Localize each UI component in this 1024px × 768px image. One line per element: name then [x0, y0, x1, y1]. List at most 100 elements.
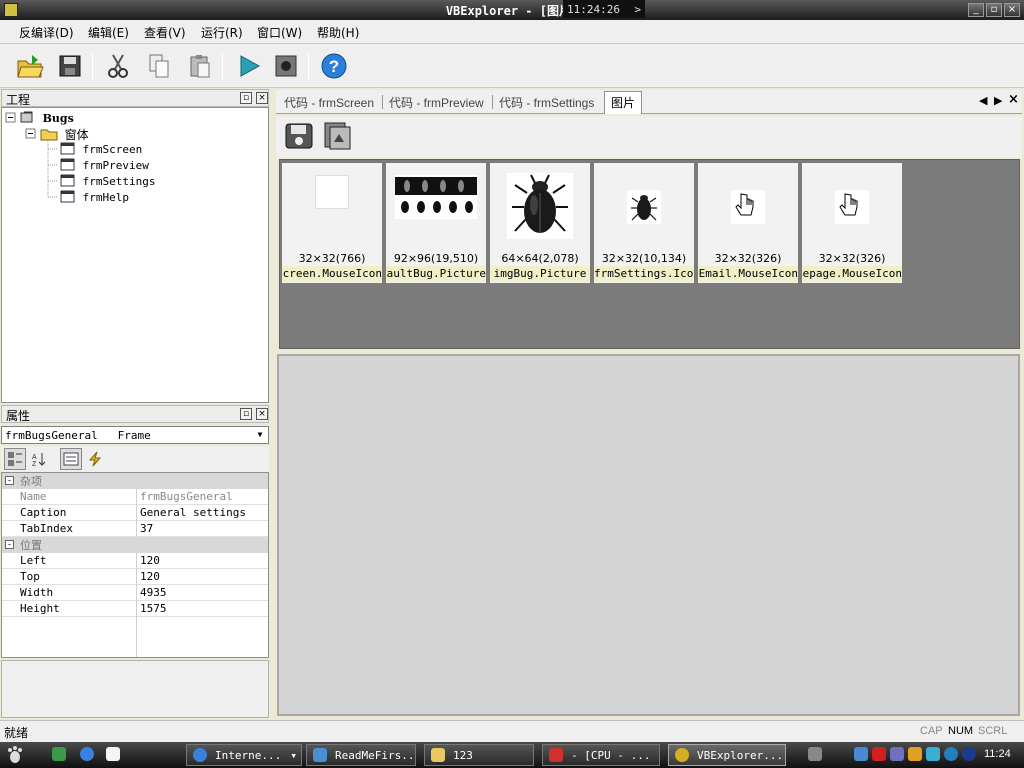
menu-view[interactable]: 查看(V) [144, 24, 186, 41]
status-text: 就绪 [4, 726, 29, 740]
open-button[interactable] [14, 50, 46, 82]
run-button[interactable] [233, 50, 265, 82]
help-button[interactable]: ? [318, 50, 350, 82]
tray-app-icon[interactable] [962, 747, 976, 761]
taskbar-item-folder[interactable]: 123 [424, 744, 534, 766]
title-clock: 11:24:26 > [563, 0, 645, 18]
keyboard-icon[interactable] [808, 747, 822, 761]
ie-icon [193, 748, 207, 762]
tab-scroll-left-icon[interactable]: ◀ [979, 94, 987, 107]
property-row[interactable]: Caption General settings [2, 505, 268, 521]
status-bar: 就绪 CAP NUM SCRL [0, 720, 1024, 742]
menu-edit[interactable]: 编辑(E) [88, 24, 129, 41]
ie-quicklaunch-icon[interactable] [80, 747, 94, 761]
properties-view-button[interactable] [60, 448, 82, 470]
vbexplorer-icon [675, 748, 689, 762]
close-pane-icon[interactable]: × [256, 92, 268, 104]
folder-icon [40, 129, 58, 141]
form-icon [60, 190, 75, 203]
property-row[interactable]: Name frmBugsGeneral [2, 489, 268, 505]
show-desktop-icon[interactable] [52, 747, 66, 761]
project-tree: Bugs 窗体 frmScreen frmPreview frmSettings… [1, 107, 269, 403]
collapse-icon[interactable]: - [5, 476, 14, 485]
save-image-button[interactable] [284, 120, 316, 152]
save-button[interactable] [54, 50, 86, 82]
property-row[interactable]: Left 120 [2, 553, 268, 569]
events-view-button[interactable] [84, 448, 106, 470]
taskbar-item-internet[interactable]: Interne... ▾ [186, 744, 302, 766]
property-row[interactable]: Width 4935 [2, 585, 268, 601]
collapse-icon[interactable]: - [5, 540, 14, 549]
form-icon [60, 158, 75, 171]
tab-code-frmscreen[interactable]: 代码 - frmScreen [284, 94, 374, 111]
security-icon[interactable] [872, 747, 886, 761]
menu-help[interactable]: 帮助(H) [317, 24, 359, 41]
tab-scroll-right-icon[interactable]: ▶ [994, 94, 1002, 107]
image-item[interactable]: 32×32(10,134) frmSettings.Icon [594, 163, 694, 283]
property-category[interactable]: - 杂项 [2, 473, 268, 489]
tray-app-icon[interactable] [944, 747, 958, 761]
stop-button[interactable] [270, 50, 302, 82]
export-images-icon [324, 122, 351, 150]
notepad-quicklaunch-icon[interactable] [106, 747, 120, 761]
form-icon [60, 174, 75, 187]
save-all-images-button[interactable] [322, 120, 354, 152]
copy-button[interactable] [143, 50, 175, 82]
menu-run[interactable]: 运行(R) [201, 24, 243, 41]
tab-code-frmpreview[interactable]: 代码 - frmPreview [389, 94, 484, 111]
property-category[interactable]: - 位置 [2, 537, 268, 553]
tray-app-icon[interactable] [908, 747, 922, 761]
property-row[interactable]: TabIndex 37 [2, 521, 268, 537]
alphabetic-button[interactable]: AZ [28, 448, 50, 470]
image-preview-area [277, 354, 1020, 716]
menu-decompile[interactable]: 反编译(D) [19, 24, 74, 41]
image-item[interactable]: 32×32(326) txtHomepage.MouseIcon [802, 163, 902, 283]
categorized-button[interactable] [4, 448, 26, 470]
tray-app-icon[interactable] [926, 747, 940, 761]
tree-form-frmscreen[interactable]: frmScreen [60, 142, 142, 156]
cut-button[interactable] [102, 50, 134, 82]
beetle-icon [507, 173, 573, 239]
menu-window[interactable]: 窗口(W) [257, 24, 302, 41]
project-icon [20, 111, 33, 123]
property-list-icon [63, 452, 79, 466]
close-pane-icon[interactable]: × [256, 408, 268, 420]
taskbar-item-cpu[interactable]: - [CPU - ... [542, 744, 660, 766]
stop-icon [275, 55, 297, 77]
property-row[interactable]: Top 120 [2, 569, 268, 585]
tab-code-frmsettings[interactable]: 代码 - frmSettings [499, 94, 594, 111]
hand-cursor-icon [835, 190, 869, 224]
tree-form-frmsettings[interactable]: frmSettings [60, 174, 155, 188]
taskbar-item-vbexplorer[interactable]: VBExplorer... [668, 744, 786, 766]
image-item[interactable]: 32×32(766) frmScreen.MouseIcon [282, 163, 382, 283]
property-tools: AZ [1, 446, 269, 472]
window-title: VBExplorer - [图片] [445, 4, 579, 18]
pin-icon[interactable]: ▫ [240, 92, 252, 104]
image-item[interactable]: 32×32(326) txtEmail.MouseIcon [698, 163, 798, 283]
property-row[interactable]: Height 1575 [2, 601, 268, 617]
tab-images[interactable]: 图片 [604, 91, 643, 114]
minimize-button[interactable]: _ [968, 3, 984, 17]
restore-button[interactable]: ▫ [986, 3, 1002, 17]
form-icon [60, 142, 75, 155]
tree-root-bugs[interactable]: Bugs [20, 110, 74, 125]
sort-az-icon: AZ [32, 453, 46, 467]
image-item[interactable]: 92×96(19,510) picDefaultBug.Picture [386, 163, 486, 283]
network-icon[interactable] [854, 747, 868, 761]
toolbar: ? [0, 44, 1024, 88]
paste-button[interactable] [184, 50, 216, 82]
image-item[interactable]: 64×64(2,078) imgBug.Picture [490, 163, 590, 283]
tree-folder-forms[interactable]: 窗体 [40, 126, 89, 143]
close-tab-icon[interactable]: × [1008, 92, 1019, 107]
pin-icon[interactable]: ▫ [240, 408, 252, 420]
tray-app-icon[interactable] [890, 747, 904, 761]
start-menu-icon[interactable] [6, 746, 24, 764]
object-select[interactable]: frmBugsGeneral Frame ▼ [1, 426, 269, 444]
property-grid: - 杂项 Name frmBugsGeneral Caption General se… [1, 472, 269, 658]
tree-form-frmpreview[interactable]: frmPreview [60, 158, 149, 172]
tree-form-frmhelp[interactable]: frmHelp [60, 190, 129, 204]
small-bug-icon [627, 190, 661, 224]
close-button[interactable]: × [1004, 3, 1020, 17]
property-description [1, 660, 269, 718]
taskbar-item-readme[interactable]: ReadMeFirs... [306, 744, 416, 766]
